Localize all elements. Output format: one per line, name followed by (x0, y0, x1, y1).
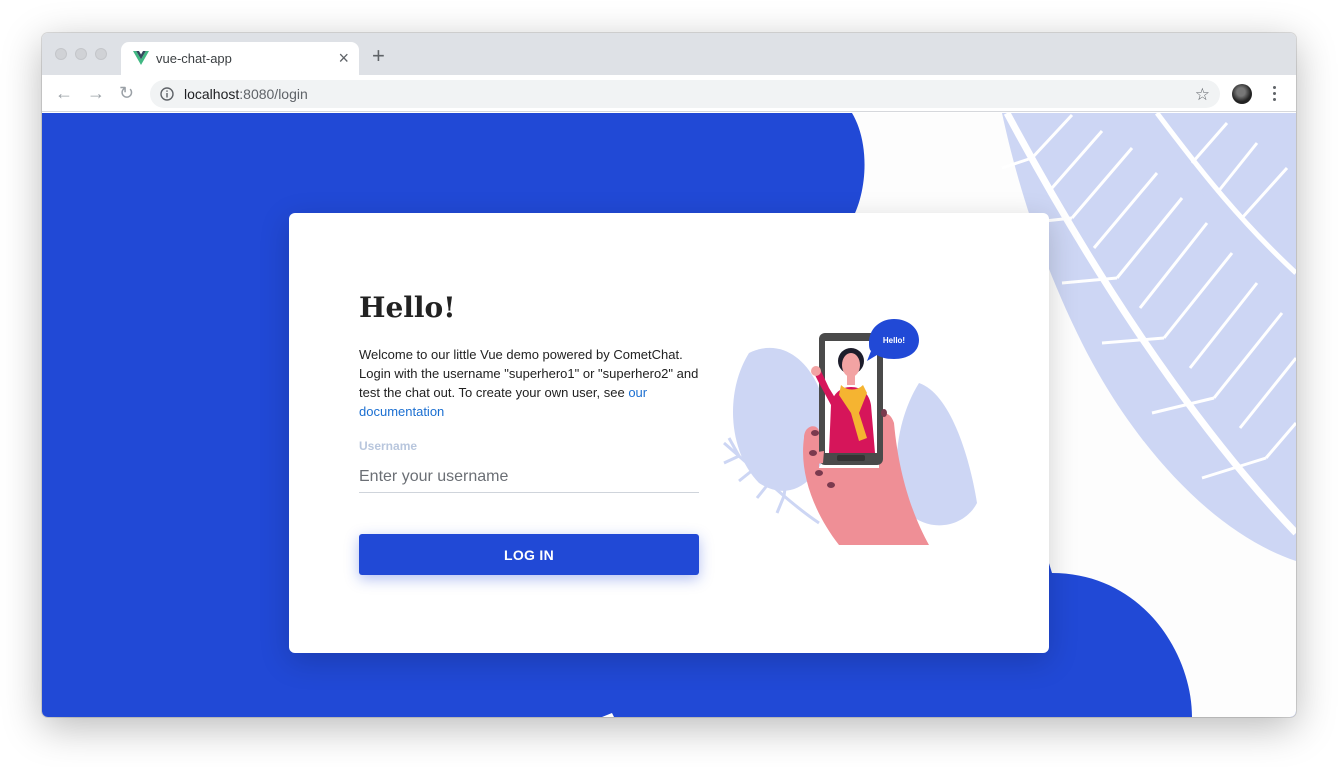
browser-window: vue-chat-app × + ← → ↻ localhost:8080/lo… (42, 33, 1296, 717)
info-icon[interactable] (160, 87, 174, 101)
browser-menu-icon[interactable] (1268, 83, 1280, 105)
browser-toolbar: ← → ↻ localhost:8080/login ☆ (42, 75, 1296, 112)
back-button[interactable]: ← (55, 83, 73, 103)
username-label: Username (359, 439, 418, 453)
speech-bubble-text: Hello! (883, 336, 905, 345)
tab-title: vue-chat-app (156, 51, 232, 66)
tab-vue-chat-app[interactable]: vue-chat-app × (121, 42, 359, 75)
maximize-window-button[interactable] (95, 48, 107, 60)
url-host: localhost (184, 86, 240, 102)
vue-logo-icon (133, 51, 149, 65)
minimize-window-button[interactable] (75, 48, 87, 60)
url-text: localhost:8080/login (184, 86, 308, 102)
profile-avatar[interactable] (1232, 84, 1252, 104)
bookmark-star-icon[interactable]: ☆ (1195, 85, 1210, 105)
tab-bar: vue-chat-app × + (42, 33, 1296, 75)
address-bar[interactable]: localhost:8080/login ☆ (150, 80, 1220, 108)
new-tab-button[interactable]: + (372, 45, 385, 67)
hello-phone-illustration: Hello! (723, 319, 977, 545)
reload-button[interactable]: ↻ (119, 83, 134, 103)
tab-close-icon[interactable]: × (338, 48, 349, 68)
login-card: Hello! Welcome to our little Vue demo po… (289, 213, 1049, 653)
intro-text: Welcome to our little Vue demo powered b… (359, 347, 699, 400)
page-title: Hello! (359, 291, 456, 324)
close-window-button[interactable] (55, 48, 67, 60)
intro-paragraph: Welcome to our little Vue demo powered b… (359, 345, 704, 421)
forward-button[interactable]: → (87, 83, 105, 103)
username-input[interactable] (359, 461, 699, 493)
page-viewport: Hello! Welcome to our little Vue demo po… (42, 113, 1296, 717)
url-path: :8080/login (239, 86, 308, 102)
login-button[interactable]: LOG IN (359, 534, 699, 575)
